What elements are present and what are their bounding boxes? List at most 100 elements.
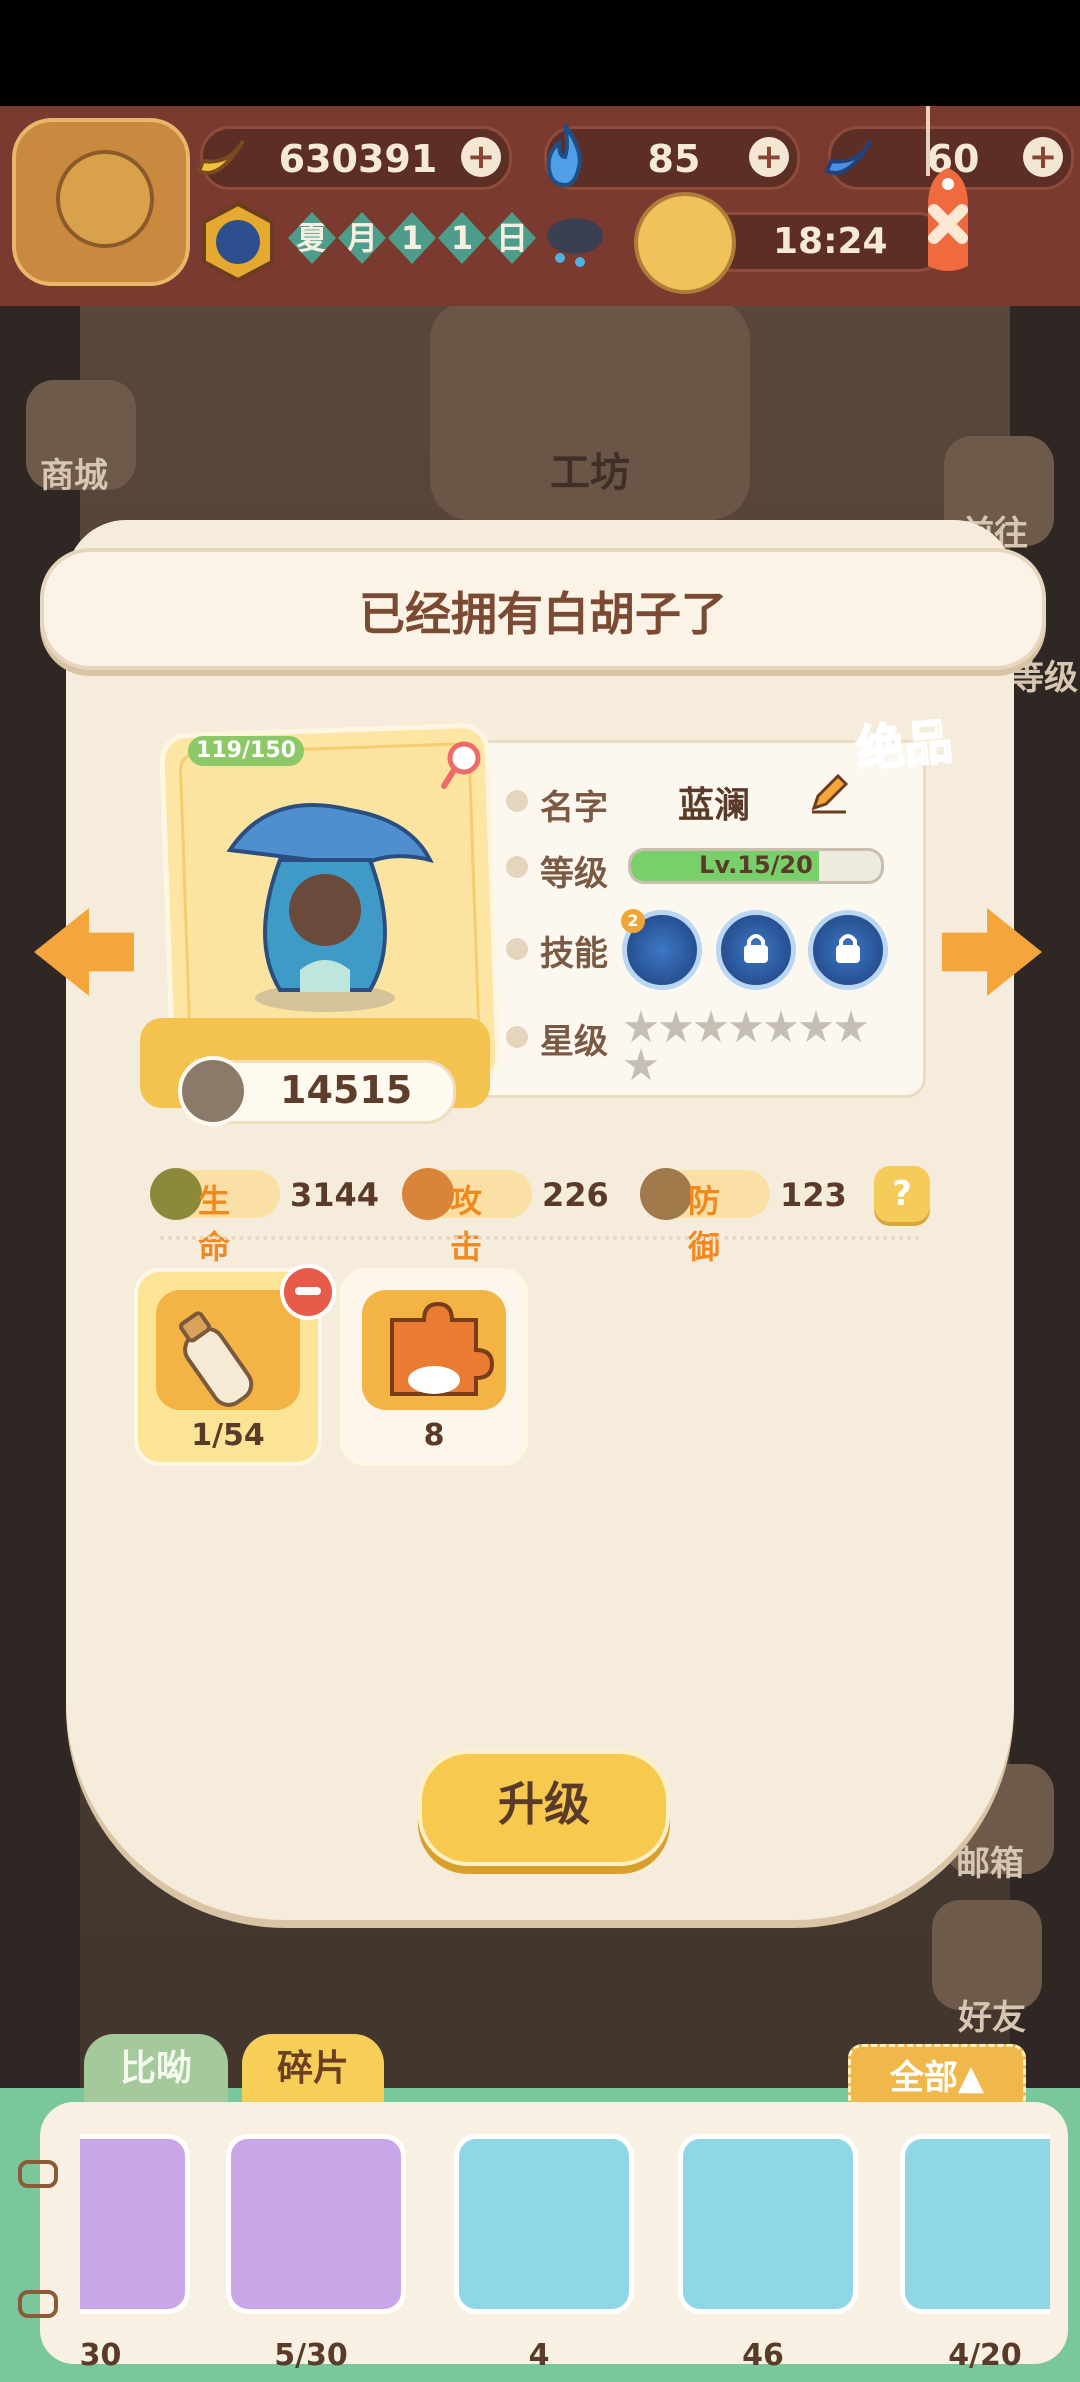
workshop-label: 工坊 — [550, 450, 630, 496]
star-label: 星级 — [540, 1022, 608, 1062]
upgrade-button[interactable]: 升级 — [418, 1750, 670, 1866]
flame-counter: 85 + — [544, 123, 800, 190]
friends-label: 好友 — [958, 1998, 1026, 2038]
crossed-swords-icon — [178, 1056, 248, 1126]
shop-label: 商城 — [40, 456, 108, 496]
rain-cloud-icon — [547, 218, 603, 267]
stat-defense-value: 123 — [780, 1176, 847, 1214]
fragment-count: /30 — [80, 2338, 122, 2372]
help-button[interactable]: ? — [874, 1166, 930, 1222]
modal-title: 已经拥有白胡子了 — [359, 587, 727, 641]
fragment-card[interactable]: 4/20 — [900, 2134, 1050, 2372]
banana-value: 630391 — [278, 137, 438, 181]
skill-label: 技能 — [540, 934, 608, 974]
paw-icon — [506, 1026, 528, 1048]
stat-defense-name: 防御 — [688, 1182, 721, 1266]
modal-title-bar: 已经拥有白胡子了 — [40, 548, 1046, 670]
level-label: 等级 — [540, 854, 608, 894]
shark-character-icon — [226, 803, 434, 1012]
star-icon — [764, 1010, 798, 1043]
fragment-card-bg — [900, 2134, 1050, 2314]
search-magnify-icon[interactable] — [438, 738, 488, 794]
lion-avatar-icon — [56, 150, 154, 248]
compass-icon — [202, 201, 274, 283]
flame-add-button[interactable]: + — [749, 137, 789, 177]
banana-icon — [196, 139, 245, 175]
item-count: 8 — [423, 1418, 445, 1453]
flame-value: 85 — [647, 137, 701, 181]
skill-slot-locked[interactable] — [716, 910, 796, 990]
calendar-day: 日 — [488, 212, 536, 264]
item-count: 1/54 — [191, 1418, 265, 1453]
mail-label: 邮箱 — [956, 1844, 1024, 1884]
player-avatar[interactable] — [12, 118, 190, 286]
calendar-season: 夏 — [288, 212, 336, 264]
item-inner — [156, 1290, 300, 1410]
calendar-num-1: 1 — [388, 212, 436, 264]
calendar-num-2: 1 — [438, 212, 486, 264]
paw-icon — [506, 938, 528, 960]
fragment-card[interactable]: 46 — [678, 2134, 858, 2372]
scroll-bottle-icon — [179, 1311, 254, 1407]
fragment-card[interactable]: 4 — [454, 2134, 634, 2372]
fragment-count: 4 — [528, 2338, 550, 2372]
level-text: Lv.15/20 — [699, 851, 813, 879]
fragment-card[interactable]: /30 — [80, 2134, 190, 2372]
puzzle-fragment-icon — [390, 1301, 495, 1396]
fragment-card-bg — [226, 2134, 406, 2314]
blue-banana-icon — [824, 139, 873, 175]
tab-biyou[interactable]: 比呦 — [84, 2034, 228, 2104]
power-value: 14515 — [280, 1068, 413, 1112]
binder-ring-icon — [18, 2290, 58, 2318]
paw-icon — [506, 856, 528, 878]
star-icon — [799, 1010, 833, 1043]
stat-attack-value: 226 — [542, 1176, 609, 1214]
star-icon — [694, 1010, 728, 1043]
lock-icon — [836, 934, 860, 963]
status-bar — [0, 0, 1080, 106]
paw-icon — [506, 790, 528, 812]
hp-tag: 119/150 — [188, 736, 304, 766]
remove-item-button[interactable] — [280, 1264, 336, 1320]
fragment-count: 5/30 — [274, 2338, 348, 2372]
fragment-card-bg — [454, 2134, 634, 2314]
close-tag-button[interactable] — [900, 106, 1000, 276]
binder-ring-icon — [18, 2160, 58, 2188]
fragment-list: /30 5/30 4 46 4/20 — [80, 2110, 1050, 2372]
rooster-clock-icon — [634, 192, 736, 294]
star-icon — [729, 1010, 763, 1043]
fragment-card[interactable]: 5/30 — [226, 2134, 406, 2372]
skill-slot-shark[interactable]: 2 — [621, 909, 702, 990]
star-rating — [624, 1010, 900, 1081]
lock-icon — [744, 934, 768, 963]
item-card-fragment[interactable]: 8 — [340, 1268, 528, 1466]
banana-add-button[interactable]: + — [461, 137, 501, 177]
tab-fragments[interactable]: 碎片 — [242, 2034, 384, 2104]
fist-icon — [402, 1168, 454, 1220]
clock-time: 18:24 — [773, 221, 888, 262]
star-icon — [624, 1010, 658, 1043]
fragment-count: 4/20 — [948, 2338, 1022, 2372]
name-label: 名字 — [540, 788, 608, 828]
stat-hp-value: 3144 — [290, 1176, 380, 1214]
rarity-badge: 绝品 — [853, 713, 956, 779]
stat-hp-name: 生命 — [198, 1182, 231, 1266]
skill-level-badge: 2 — [621, 909, 645, 933]
calendar-month: 月 — [338, 212, 386, 264]
fragment-card-bg — [678, 2134, 858, 2314]
name-value: 蓝澜 — [678, 785, 751, 826]
dotted-divider — [160, 1236, 920, 1240]
star-icon — [659, 1010, 693, 1043]
pencil-icon[interactable] — [806, 770, 852, 816]
star-icon — [834, 1010, 868, 1043]
skill-slot-locked[interactable] — [808, 910, 888, 990]
banana-counter: 630391 + — [196, 126, 512, 190]
item-inner — [362, 1290, 506, 1410]
fragment-count: 46 — [742, 2338, 784, 2372]
star-icon — [624, 1048, 658, 1081]
blue-banana-add-button[interactable]: + — [1023, 137, 1063, 177]
blue-flame-icon — [546, 123, 582, 188]
turtle-icon — [150, 1168, 202, 1220]
stat-attack-name: 攻击 — [450, 1182, 483, 1266]
helmet-icon — [640, 1168, 692, 1220]
